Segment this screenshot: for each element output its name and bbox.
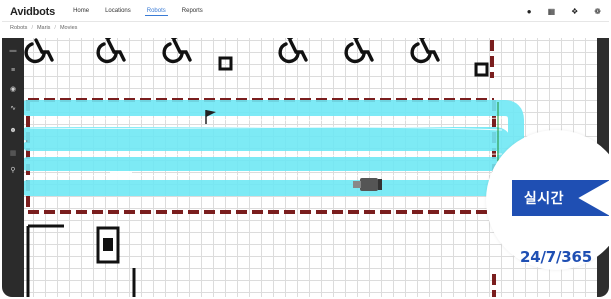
app-window: Avidbots Home Locations Robots Reports ●… <box>2 2 609 297</box>
users-icon[interactable]: ☻ <box>8 126 18 136</box>
accessibility-icon <box>410 38 440 64</box>
accessibility-icon <box>24 38 54 64</box>
main-nav: Home Locations Robots Reports <box>71 7 205 16</box>
stop-sign-icon <box>474 62 489 77</box>
feed-icon[interactable]: ∿ <box>8 104 18 114</box>
dashboard-icon[interactable]: ▬ <box>8 46 18 56</box>
help-icon[interactable]: ❖ <box>571 8 578 16</box>
breadcrumb-item[interactable]: Movies <box>60 25 77 35</box>
stop-sign-icon <box>218 56 233 71</box>
accessibility-icon <box>162 38 192 64</box>
cart-icon[interactable]: ▦ <box>548 8 556 16</box>
accessibility-icon <box>278 38 308 64</box>
pin-icon[interactable]: ⚲ <box>8 166 18 176</box>
breadcrumb-separator: / <box>31 25 33 31</box>
location-icon[interactable]: ◉ <box>8 85 18 95</box>
availability-text: 24/7/365 <box>520 248 592 266</box>
grid-icon[interactable]: ▦ <box>8 149 18 159</box>
nav-robots[interactable]: Robots <box>144 7 168 16</box>
path-gap <box>110 171 132 180</box>
brand-logo[interactable]: Avidbots <box>10 6 55 18</box>
nav-locations[interactable]: Locations <box>103 7 133 16</box>
breadcrumb: Robots / Maris / Movies <box>10 25 77 35</box>
flag-icon <box>205 110 216 124</box>
accessibility-icon <box>96 38 126 64</box>
breadcrumb-separator: / <box>54 25 56 31</box>
bell-icon[interactable]: ● <box>527 8 532 16</box>
header-actions: ● ▦ ❖ ❁ <box>527 2 601 22</box>
breadcrumb-item[interactable]: Maris <box>37 25 50 35</box>
list-icon[interactable]: ≡ <box>8 66 18 76</box>
accessibility-icon <box>344 38 374 64</box>
breadcrumb-item[interactable]: Robots <box>10 25 27 35</box>
nav-home[interactable]: Home <box>71 7 91 16</box>
top-navigation: Avidbots Home Locations Robots Reports ●… <box>2 2 609 22</box>
door-icon <box>96 226 120 264</box>
left-sidebar: ▬ ≡ ◉ ∿ ☻ ▦ ⚲ <box>2 38 24 297</box>
realtime-badge: 실시간 <box>512 180 576 216</box>
settings-icon[interactable]: ❁ <box>594 8 601 16</box>
nav-reports[interactable]: Reports <box>180 7 205 16</box>
